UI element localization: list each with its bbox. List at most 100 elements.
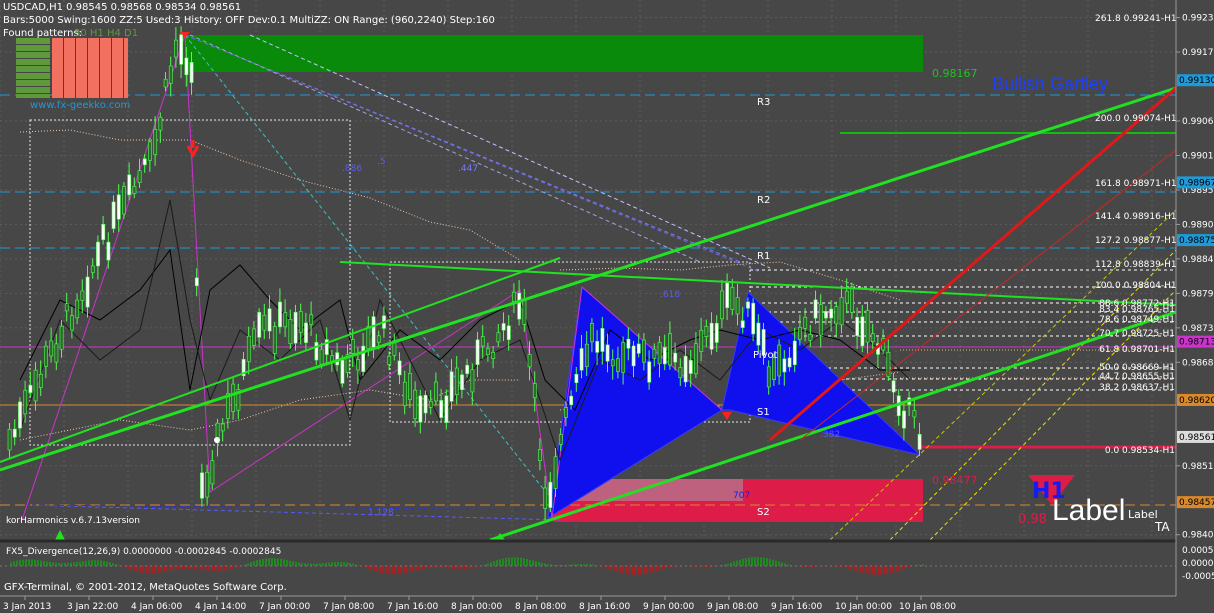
pattern-title: Bullish Gartley (992, 74, 1109, 94)
candle-body (283, 312, 288, 328)
candle-body (142, 158, 147, 166)
hist-bar (286, 560, 288, 566)
hist-bar (592, 564, 594, 566)
candle-body (683, 355, 688, 383)
price-tick-label: 0.98845 (1182, 255, 1214, 265)
hist-bar (49, 561, 51, 566)
hist-bar (802, 566, 804, 567)
hist-bar (394, 566, 396, 575)
hist-bar (532, 560, 534, 566)
hist-bar (862, 566, 864, 573)
fib-ratio-886: .886 (342, 164, 363, 174)
candle-body (917, 434, 922, 450)
price-box-label: 0.98967 (1179, 178, 1214, 188)
hist-bar (853, 566, 855, 571)
hist-bar (232, 566, 234, 569)
label-big: Label (1052, 494, 1126, 527)
hist-bar (517, 557, 519, 566)
hist-bar (448, 566, 450, 569)
hist-bar (808, 566, 810, 567)
hist-bar (730, 562, 732, 566)
candle-body (434, 381, 438, 402)
hist-bar (73, 562, 75, 566)
candle-body (631, 345, 636, 367)
fib-level-label: 112.8 0.98839-H1 (1095, 260, 1177, 270)
hist-bar (673, 566, 675, 567)
candle-body (777, 344, 782, 377)
candle-body (423, 394, 428, 414)
hist-bar (223, 566, 225, 571)
hist-bar (838, 566, 840, 567)
hist-bar (625, 566, 627, 575)
time-tick-label: 7 Jan 08:00 (323, 602, 375, 612)
candle-body (49, 340, 54, 357)
hist-bar (877, 566, 879, 575)
candle-body (798, 327, 802, 340)
hist-bar (214, 566, 216, 571)
hist-bar (562, 565, 564, 566)
hist-bar (100, 560, 102, 566)
candle-body (735, 297, 740, 315)
hist-bar (661, 566, 663, 570)
found-patterns-label: Found patterns: (3, 28, 83, 39)
marker-dot-icon (214, 437, 220, 443)
price-box-label: 0.98713 (1179, 338, 1214, 348)
hist-bar (145, 566, 147, 574)
hist-bar (157, 566, 159, 573)
candle-body (38, 373, 43, 388)
fib-level-label: 78.6 0.98749-H1 (1099, 315, 1175, 325)
hist-bar (490, 562, 492, 566)
hist-bar (133, 566, 135, 571)
hist-bar (901, 566, 903, 570)
candle-body (553, 456, 558, 489)
candle-body (844, 290, 849, 304)
sub-axis-label: -0.0005 (1182, 572, 1214, 582)
candle-body (865, 310, 870, 343)
candle-body (548, 481, 553, 508)
candle-body (720, 290, 724, 320)
candle-body (870, 333, 875, 342)
hist-bar (82, 561, 84, 566)
fib-level-label: 141.4 0.98916-H1 (1095, 212, 1177, 222)
candle-body (288, 319, 293, 345)
candle-body (200, 472, 204, 499)
candle-body (610, 359, 615, 367)
chart-title: USDCAD,H1 0.98545 0.98568 0.98534 0.9856… (3, 2, 242, 13)
hist-bar (622, 566, 624, 574)
hist-bar (22, 559, 24, 566)
hist-bar (229, 566, 231, 570)
subwindow-title: FX5_Divergence(12,26,9) 0.0000000 -0.000… (6, 547, 282, 557)
hist-bar (238, 566, 240, 567)
candle-body (475, 339, 480, 365)
candle-body (688, 360, 693, 374)
hist-bar (781, 562, 783, 566)
fib-level-label: 83.4 0.98765-H1 (1099, 305, 1175, 315)
pivot-s1: S1 (757, 407, 770, 418)
candle-body (314, 342, 319, 361)
hist-bar (778, 561, 780, 566)
hist-bar (529, 559, 531, 566)
fib-level-label: 44.7 0.98655-H1 (1099, 372, 1175, 382)
candle-body (543, 487, 548, 509)
chart-window[interactable]: 0.992300.991750.990650.990100.989550.989… (0, 0, 1214, 613)
candle-body (449, 371, 454, 402)
time-axis[interactable]: 3 Jan 2013 3 Jan 22:00 4 Jan 06:00 4 Jan 14… (3, 596, 956, 612)
candle-body (668, 333, 672, 366)
hist-bar (289, 560, 291, 566)
hist-bar (70, 562, 72, 566)
candle-body (642, 339, 646, 363)
candle-body (491, 351, 496, 359)
hist-bar (643, 566, 645, 575)
price-box-label: 0.98561 (1179, 433, 1214, 443)
hist-bar (667, 566, 669, 568)
candle-body (673, 352, 678, 363)
candle-body (595, 341, 600, 353)
hist-bar (112, 563, 114, 566)
price-tick-label: 0.98790 (1182, 289, 1214, 299)
hist-bar (205, 566, 207, 571)
candle-body (262, 314, 267, 331)
candle-body (28, 384, 33, 393)
hist-bar (457, 566, 459, 569)
site-link[interactable]: www.fx-geekko.com (30, 100, 130, 111)
hist-bar (736, 560, 738, 566)
